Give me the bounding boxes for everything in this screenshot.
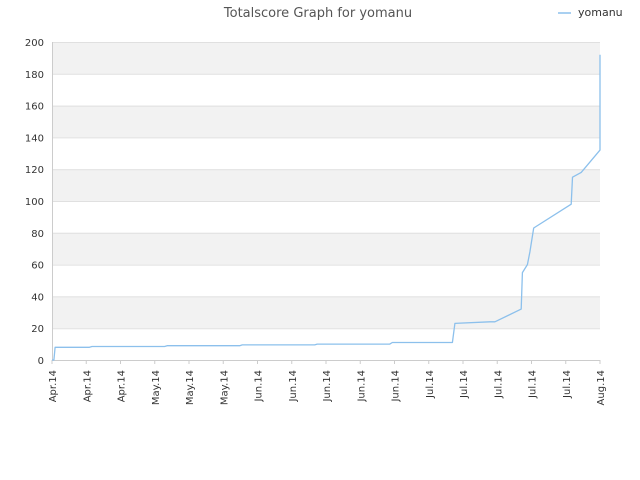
- grid-band-100-120: [52, 169, 600, 201]
- x-tick-label-0: Apr.14: [48, 370, 59, 402]
- grid-band-180-200: [52, 42, 600, 74]
- y-tick-label-40: 40: [31, 292, 44, 303]
- totalscore-chart: 020406080100120140160180200 Apr.14 Apr.14…: [25, 6, 623, 405]
- y-tick-labels: 0 20 40 60 80 100 120 140 160 180 200: [25, 38, 44, 367]
- x-tick-label-4: May.14: [185, 370, 196, 405]
- chart-title: Totalscore Graph for yomanu: [223, 6, 412, 21]
- y-tick-label-20: 20: [31, 324, 44, 335]
- x-tick-label-7: Jun.14: [288, 370, 299, 403]
- y-tick-label-140: 140: [25, 133, 44, 144]
- grid-band-140-160: [52, 105, 600, 138]
- x-tick-label-11: Jul.14: [425, 370, 436, 399]
- y-tick-label-180: 180: [25, 70, 44, 81]
- x-tick-label-10: Jun.14: [391, 370, 402, 403]
- x-tick-label-13: Jul.14: [493, 370, 504, 399]
- x-tick-label-3: May.14: [151, 370, 162, 405]
- legend[interactable]: yomanu: [558, 6, 623, 19]
- y-tick-label-200: 200: [25, 38, 44, 49]
- chart-root: 0 20 40 60 80 100 120 140 160 180 200 Apr.14 Apr.14…: [0, 0, 640, 480]
- y-tick-label-60: 60: [31, 261, 44, 272]
- legend-label-yomanu: yomanu: [578, 6, 623, 19]
- x-tick-label-8: Jun.14: [322, 370, 333, 403]
- grid-band-60-80: [52, 232, 600, 265]
- x-tick-label-6: Jun.14: [254, 370, 265, 403]
- grid-band-20-40: [52, 296, 600, 329]
- x-tick-labels: Apr.14 Apr.14 Apr.14 May.14 May.14 May.14 Jun.…: [48, 370, 607, 405]
- x-tick-label-2: Apr.14: [117, 370, 128, 402]
- x-tick-label-15: Jul.14: [562, 370, 573, 399]
- y-tick-label-80: 80: [31, 229, 44, 240]
- x-tick-label-9: Jun.14: [356, 370, 367, 403]
- x-tick-label-14: Jul.14: [528, 370, 539, 399]
- x-tick-label-12: Jul.14: [459, 370, 470, 399]
- y-tick-label-100: 100: [25, 197, 44, 208]
- x-tick-label-16: Aug.14: [596, 370, 607, 405]
- x-tick-label-1: Apr.14: [82, 370, 93, 402]
- x-tick-label-5: May.14: [219, 370, 230, 405]
- y-tick-label-120: 120: [25, 165, 44, 176]
- y-tick-label-160: 160: [25, 102, 44, 113]
- y-tick-label-0: 0: [38, 356, 44, 367]
- grid-bands: [52, 42, 600, 329]
